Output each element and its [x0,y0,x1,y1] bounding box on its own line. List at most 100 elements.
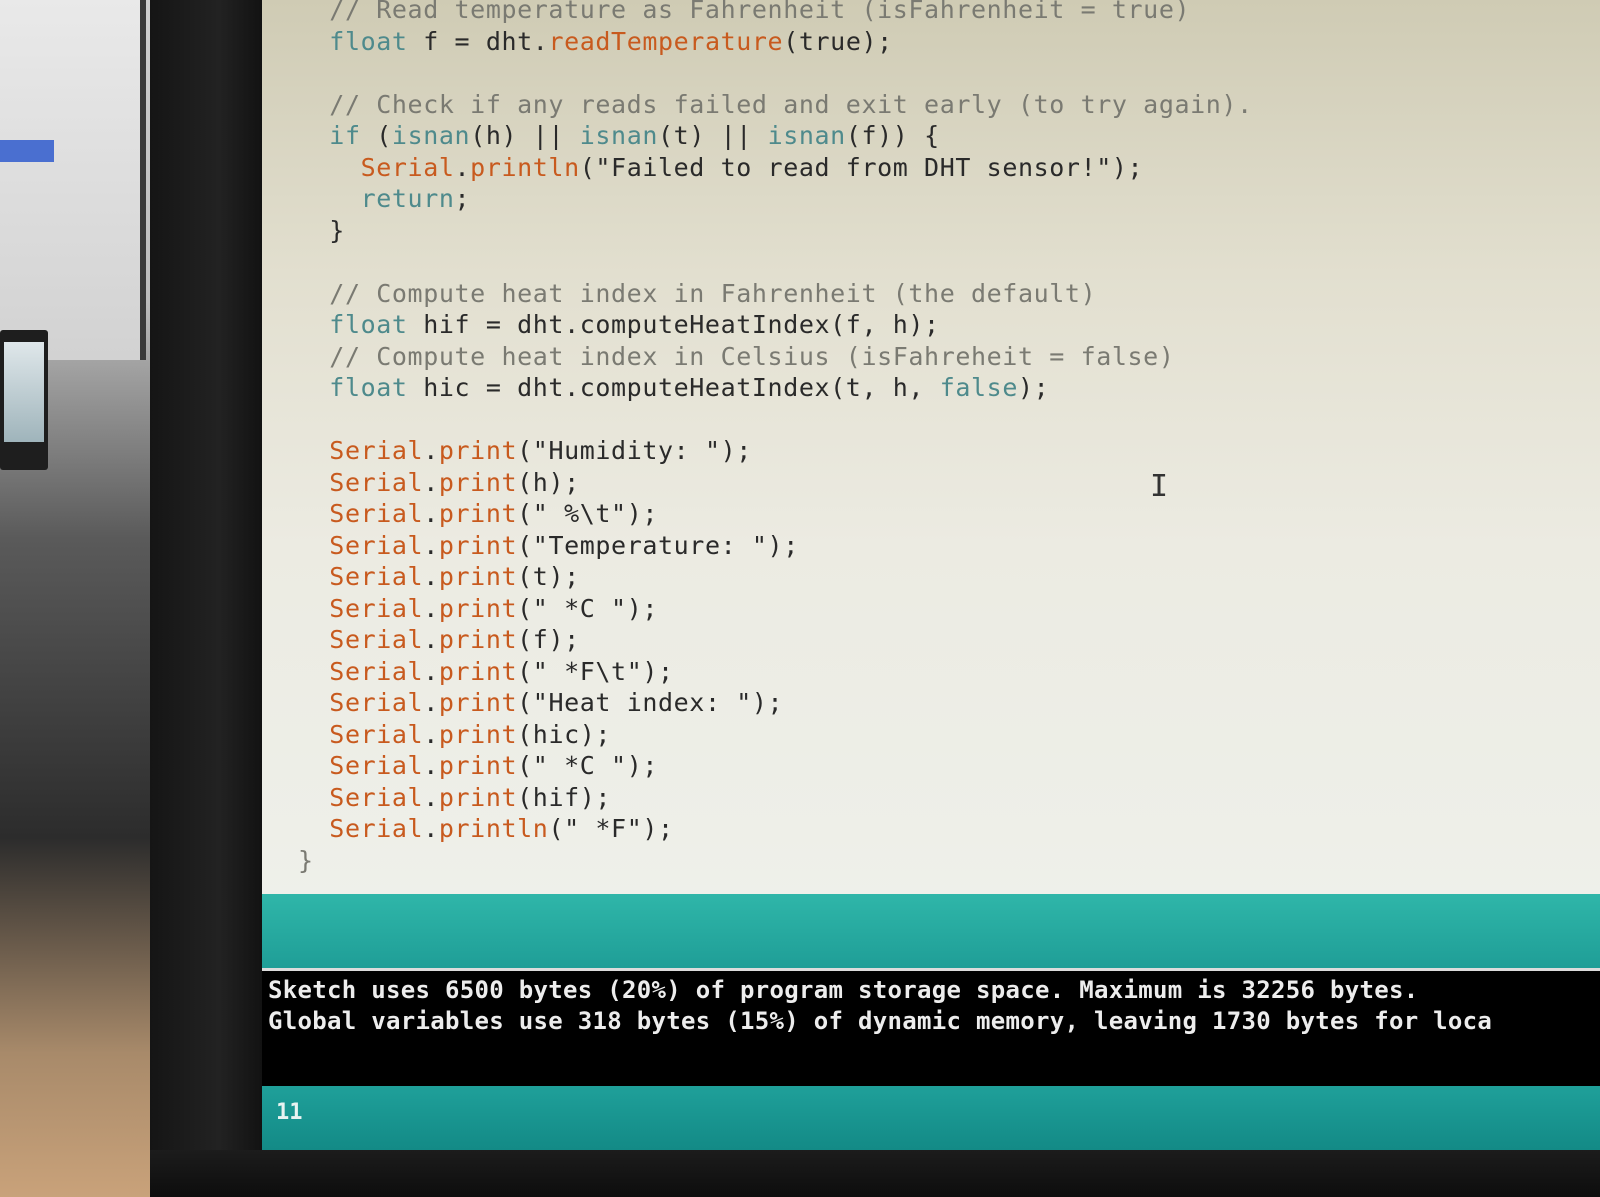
code-line[interactable]: } [298,215,1253,247]
code-token: return [298,184,455,213]
code-line[interactable] [298,404,1253,436]
code-line[interactable]: Serial.print(h); [298,467,1253,499]
code-token: Serial [298,562,424,591]
code-token: } [298,845,314,875]
code-token: (h) || [470,121,580,150]
background-blue-label [0,140,54,162]
code-token: . [423,593,439,623]
code-token: print [438,751,518,780]
code-token: print [438,436,518,465]
code-line[interactable]: } [298,845,1253,877]
code-token: println [470,152,580,182]
code-token: . [423,499,439,528]
code-token: Serial [298,814,424,843]
code-token: print [438,467,518,497]
code-token: . [423,719,439,749]
output-console: Sketch uses 6500 bytes (20%) of program … [262,968,1600,1089]
code-token: print [438,562,518,591]
code-line[interactable]: Serial.print(" %\t"); [298,498,1253,530]
code-token: (f); [517,625,580,654]
code-token: isnan [579,121,659,150]
code-line[interactable]: Serial.print(t); [298,561,1253,593]
code-token: (" *F\t"); [517,656,674,686]
code-token: ("Heat index: "); [517,688,784,717]
code-line[interactable]: float hic = dht.computeHeatIndex(t, h, f… [298,372,1253,404]
code-token: // Compute heat index in Celsius (isFahr… [298,341,1175,371]
code-line[interactable]: Serial.print(" *C "); [298,593,1253,625]
code-line[interactable]: Serial.print(" *C "); [298,750,1253,782]
code-token: print [438,656,518,686]
code-token: hif = dht.computeHeatIndex(f, h); [407,310,940,339]
code-token: (" *F"); [548,814,674,843]
background-monitor [0,330,48,470]
code-line[interactable]: Serial.print(hif); [298,782,1253,814]
code-token: Serial [298,593,424,623]
code-token: Serial [298,719,424,749]
code-token: hic = dht.computeHeatIndex(t, h, [407,373,940,402]
code-line[interactable]: Serial.print("Humidity: "); [298,435,1253,467]
code-token: Serial [298,499,424,528]
code-line[interactable]: // Check if any reads failed and exit ea… [298,89,1253,121]
code-token: float [298,373,408,402]
code-token: Serial [298,467,424,497]
code-token: . [423,625,439,654]
background-window [0,0,146,360]
code-token: // Check if any reads failed and exit ea… [298,89,1253,119]
code-token: print [438,593,518,623]
editor-console-divider [262,894,1600,968]
code-token: . [454,152,471,182]
console-line-1: Sketch uses 6500 bytes (20%) of program … [268,976,1419,1004]
code-line[interactable]: return; [298,183,1253,215]
code-token: ; [454,184,471,213]
code-token: ("Humidity: "); [517,436,752,465]
background-room [0,0,150,1197]
background-monitor-screen [4,342,44,442]
code-token: Serial [298,688,424,717]
code-line[interactable]: // Compute heat index in Celsius (isFahr… [298,341,1253,373]
code-token: f = dht. [407,26,549,56]
code-token: (f)) { [845,121,940,150]
code-token: (" *C "); [517,751,659,780]
code-token: ("Temperature: "); [517,530,799,560]
code-token: float [298,310,408,339]
code-token: Serial [298,625,424,654]
code-token: (hif); [517,782,612,812]
code-token: Serial [298,751,424,780]
code-line[interactable]: // Read temperature as Fahrenheit (isFah… [298,0,1253,26]
code-line[interactable]: Serial.print("Temperature: "); [298,530,1253,562]
code-token: if [298,121,361,150]
code-line[interactable]: Serial.println(" *F"); [298,813,1253,845]
code-token: ); [1017,373,1050,402]
code-token: println [438,814,549,843]
code-token: (true); [783,26,893,56]
code-token: Serial [298,656,424,686]
code-line[interactable]: float f = dht.readTemperature(true); [298,26,1253,58]
code-token: print [438,688,518,717]
code-token: print [438,530,518,560]
code-line[interactable]: float hif = dht.computeHeatIndex(f, h); [298,309,1253,341]
code-line[interactable]: if (isnan(h) || isnan(t) || isnan(f)) { [298,120,1253,152]
code-token: Serial [298,436,424,465]
code-line[interactable] [298,246,1253,278]
code-line[interactable]: Serial.print(" *F\t"); [298,656,1253,688]
code-token: . [423,436,439,465]
code-line[interactable]: Serial.print(f); [298,624,1253,656]
code-token: . [423,656,439,686]
code-token: (" *C "); [517,593,659,623]
code-token: float [298,26,408,56]
code-line[interactable]: Serial.println("Failed to read from DHT … [298,152,1253,184]
code-text[interactable]: // Read temperature as Fahrenheit (isFah… [298,0,1253,876]
code-token: . [423,751,439,780]
status-bar: 11 [262,1086,1600,1150]
code-token: false [939,373,1018,402]
code-token: (" %\t"); [517,499,659,528]
code-line[interactable]: // Compute heat index in Fahrenheit (the… [298,278,1253,310]
code-line[interactable]: Serial.print("Heat index: "); [298,687,1253,719]
code-token: . [423,688,439,717]
code-token: print [438,625,518,654]
code-line[interactable]: Serial.print(hic); [298,719,1253,751]
code-token: isnan [391,121,471,150]
code-token: . [423,530,439,560]
code-editor[interactable]: // Read temperature as Fahrenheit (isFah… [262,0,1600,910]
code-line[interactable] [298,57,1253,89]
